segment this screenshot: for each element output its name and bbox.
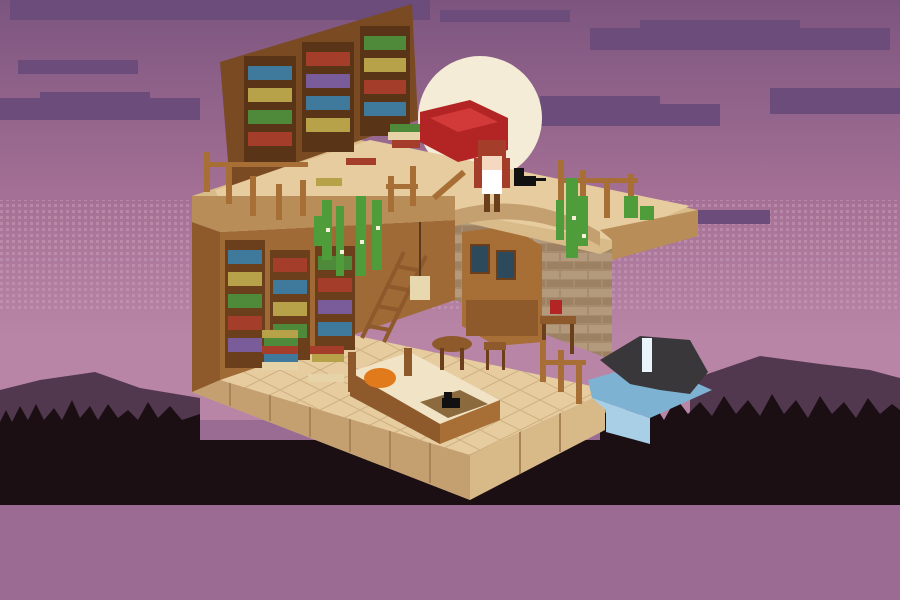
waterfall [642, 338, 652, 372]
lantern [410, 276, 430, 300]
ground-band [0, 505, 900, 600]
game-scene [0, 0, 900, 600]
kettle [550, 300, 562, 314]
bed-pillow [364, 368, 396, 388]
lower-left-wall [192, 222, 220, 392]
scene-canvas [0, 0, 900, 600]
hutch-cabinet [462, 226, 542, 346]
